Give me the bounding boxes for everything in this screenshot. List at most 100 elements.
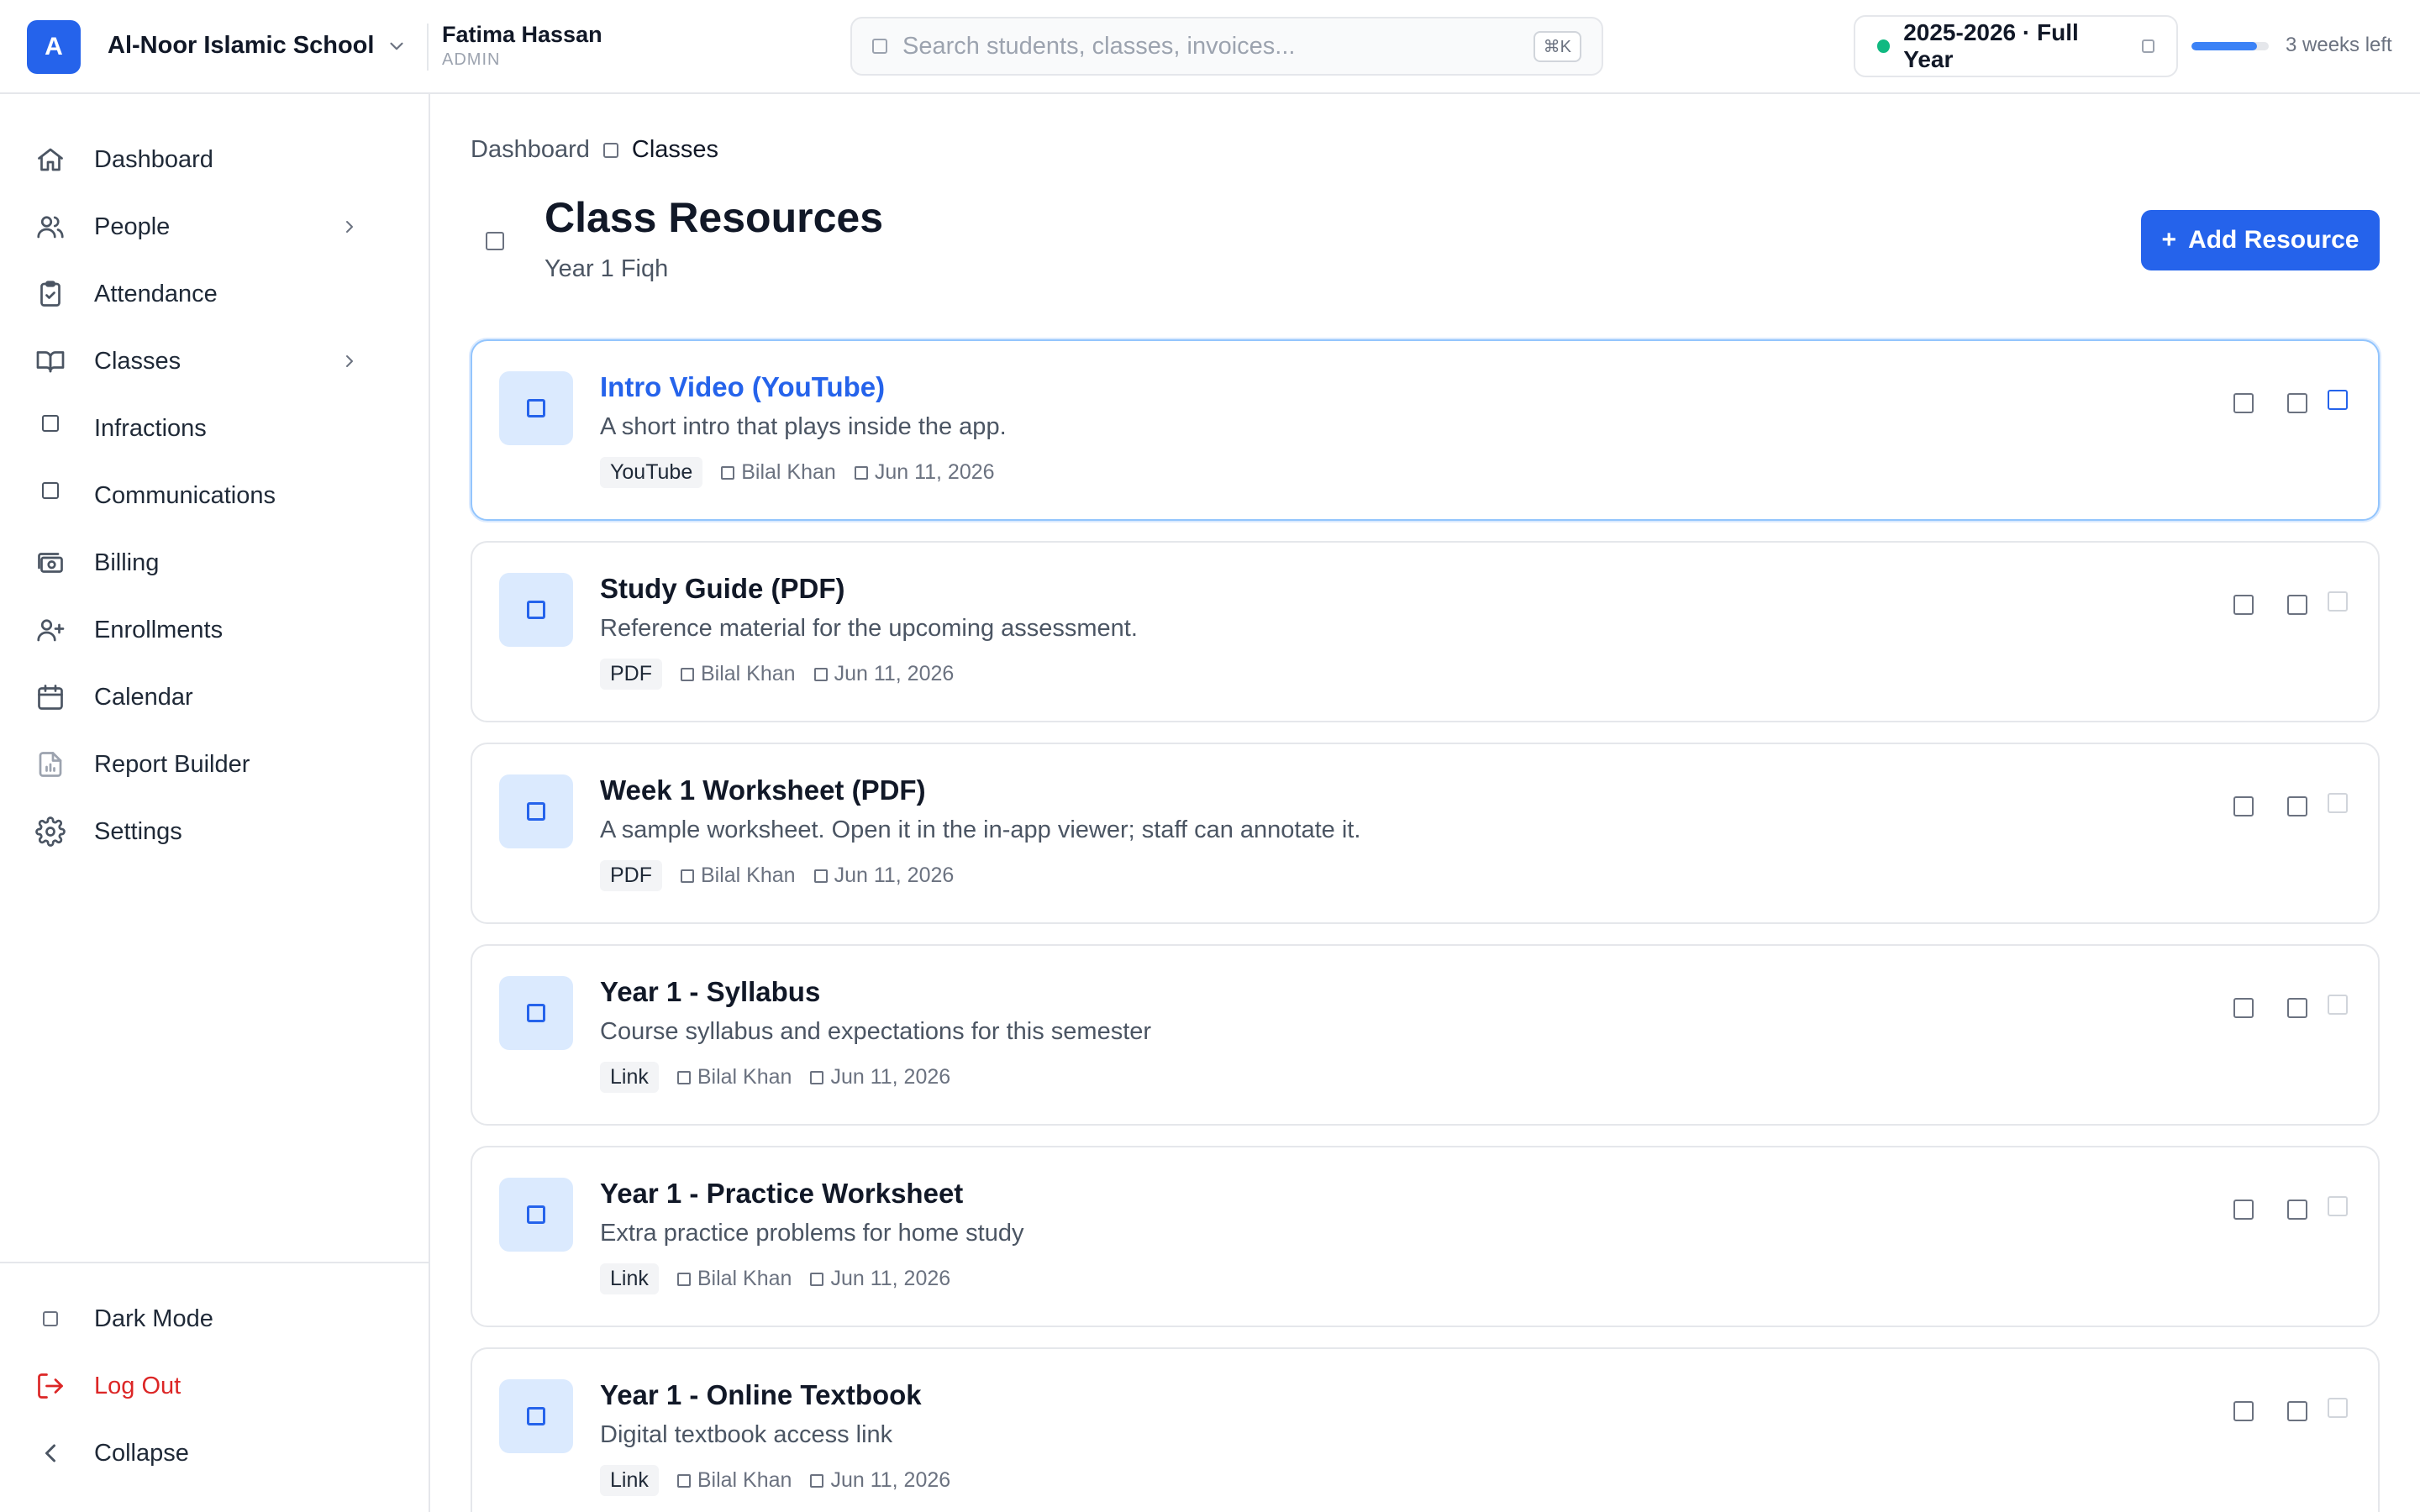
search-input[interactable] bbox=[902, 32, 1534, 60]
collapse-sidebar-button[interactable]: Collapse bbox=[34, 1426, 397, 1480]
sidebar-item-label: Dashboard bbox=[94, 145, 213, 173]
sidebar-item-settings[interactable]: Settings bbox=[34, 805, 397, 858]
school-logo[interactable]: A bbox=[27, 20, 81, 74]
calendar-icon bbox=[854, 465, 868, 480]
sidebar-item-label: Attendance bbox=[94, 280, 218, 307]
drag-handle-icon[interactable] bbox=[2328, 995, 2348, 1015]
calendar-icon bbox=[813, 667, 828, 681]
status-dot bbox=[1877, 39, 1891, 53]
resource-card[interactable]: Intro Video (YouTube) A short intro that… bbox=[471, 339, 2380, 521]
author-name: Bilal Khan bbox=[697, 1267, 792, 1290]
resource-date: Jun 11, 2026 bbox=[810, 1468, 950, 1493]
home-icon bbox=[34, 143, 67, 176]
resource-type-icon bbox=[499, 1379, 573, 1453]
breadcrumb-current: Classes bbox=[631, 136, 719, 163]
author-name: Bilal Khan bbox=[697, 1065, 792, 1089]
sidebar-item-classes[interactable]: Classes bbox=[34, 334, 397, 388]
user-icon bbox=[681, 869, 694, 883]
resource-description: Extra practice problems for home study bbox=[600, 1220, 1024, 1247]
resource-title[interactable]: Year 1 - Practice Worksheet bbox=[600, 1178, 963, 1210]
resource-title[interactable]: Year 1 - Syllabus bbox=[600, 976, 820, 1008]
top-bar: A Al-Noor Islamic School Fatima Hassan A… bbox=[0, 0, 2420, 94]
resource-date: Jun 11, 2026 bbox=[810, 1065, 950, 1089]
resource-title[interactable]: Year 1 - Online Textbook bbox=[600, 1379, 922, 1411]
resource-title[interactable]: Study Guide (PDF) bbox=[600, 573, 845, 605]
resource-title[interactable]: Week 1 Worksheet (PDF) bbox=[600, 774, 926, 806]
sidebar-item-enrollments[interactable]: Enrollments bbox=[34, 603, 397, 657]
calendar-icon bbox=[810, 1272, 824, 1286]
date-value: Jun 11, 2026 bbox=[830, 1267, 951, 1290]
resource-card[interactable]: Study Guide (PDF) Reference material for… bbox=[471, 541, 2380, 722]
user-name[interactable]: Fatima Hassan bbox=[442, 22, 602, 48]
back-icon[interactable] bbox=[486, 232, 504, 250]
sidebar-item-label: Communications bbox=[94, 481, 276, 509]
edit-icon[interactable] bbox=[2233, 796, 2254, 816]
drag-handle-icon[interactable] bbox=[2328, 1398, 2348, 1418]
resource-description: Reference material for the upcoming asse… bbox=[600, 615, 1138, 642]
drag-handle-icon[interactable] bbox=[2328, 1196, 2348, 1216]
resource-meta: Link Bilal Khan Jun 11, 2026 bbox=[600, 1465, 950, 1496]
dark-mode-toggle[interactable]: Dark Mode bbox=[34, 1292, 397, 1346]
global-search[interactable]: ⌘K bbox=[850, 17, 1603, 76]
delete-icon[interactable] bbox=[2287, 1200, 2307, 1220]
resource-description: Course syllabus and expectations for thi… bbox=[600, 1018, 1152, 1045]
sidebar-item-communications[interactable]: Communications bbox=[34, 469, 397, 522]
resource-card[interactable]: Year 1 - Practice Worksheet Extra practi… bbox=[471, 1146, 2380, 1327]
search-shortcut: ⌘K bbox=[1533, 30, 1581, 62]
resource-author: Bilal Khan bbox=[681, 662, 796, 686]
page-subtitle: Year 1 Fiqh bbox=[544, 255, 669, 282]
edit-icon[interactable] bbox=[2233, 595, 2254, 615]
dropdown-icon bbox=[2141, 39, 2154, 53]
resource-author: Bilal Khan bbox=[721, 460, 836, 485]
report-icon bbox=[34, 748, 67, 781]
drag-handle-icon[interactable] bbox=[2328, 390, 2348, 410]
resource-author: Bilal Khan bbox=[676, 1065, 792, 1089]
resource-type-badge: Link bbox=[600, 1263, 659, 1294]
edit-icon[interactable] bbox=[2233, 393, 2254, 413]
date-value: Jun 11, 2026 bbox=[830, 1065, 951, 1089]
breadcrumb-dashboard[interactable]: Dashboard bbox=[471, 136, 590, 164]
sidebar-item-label: Infractions bbox=[94, 414, 207, 442]
sidebar-item-label: Report Builder bbox=[94, 750, 250, 778]
resource-card[interactable]: Year 1 - Online Textbook Digital textboo… bbox=[471, 1347, 2380, 1512]
delete-icon[interactable] bbox=[2287, 595, 2307, 615]
resource-type-icon bbox=[499, 976, 573, 1050]
sidebar-item-label: Classes bbox=[94, 347, 182, 375]
edit-icon[interactable] bbox=[2233, 1401, 2254, 1421]
date-value: Jun 11, 2026 bbox=[874, 460, 995, 484]
sidebar-item-label: Calendar bbox=[94, 683, 193, 711]
sidebar-item-report-builder[interactable]: Report Builder bbox=[34, 738, 397, 791]
delete-icon[interactable] bbox=[2287, 796, 2307, 816]
weeks-left-label: 3 weeks left bbox=[2286, 34, 2392, 56]
logo-letter: A bbox=[45, 33, 63, 60]
clipboard-check-icon bbox=[34, 277, 67, 311]
moon-icon bbox=[34, 1302, 67, 1336]
user-icon bbox=[676, 1272, 691, 1286]
resource-card[interactable]: Week 1 Worksheet (PDF) A sample workshee… bbox=[471, 743, 2380, 924]
sidebar-item-attendance[interactable]: Attendance bbox=[34, 267, 397, 321]
edit-icon[interactable] bbox=[2233, 998, 2254, 1018]
sidebar-item-infractions[interactable]: Infractions bbox=[34, 402, 397, 455]
delete-icon[interactable] bbox=[2287, 998, 2307, 1018]
edit-icon[interactable] bbox=[2233, 1200, 2254, 1220]
sidebar-item-label: Settings bbox=[94, 817, 182, 845]
school-switcher[interactable]: Al-Noor Islamic School bbox=[108, 32, 408, 60]
resource-date: Jun 11, 2026 bbox=[813, 662, 954, 686]
chevron-right-icon bbox=[346, 221, 353, 233]
drag-handle-icon[interactable] bbox=[2328, 793, 2348, 813]
sidebar-item-people[interactable]: People bbox=[34, 200, 397, 254]
delete-icon[interactable] bbox=[2287, 393, 2307, 413]
resource-card[interactable]: Year 1 - Syllabus Course syllabus and ex… bbox=[471, 944, 2380, 1126]
resource-description: Digital textbook access link bbox=[600, 1421, 893, 1448]
author-name: Bilal Khan bbox=[741, 460, 836, 484]
academic-year-selector[interactable]: 2025-2026 · Full Year bbox=[1854, 15, 2178, 77]
sidebar-item-calendar[interactable]: Calendar bbox=[34, 670, 397, 724]
sidebar-item-billing[interactable]: Billing bbox=[34, 536, 397, 590]
drag-handle-icon[interactable] bbox=[2328, 591, 2348, 612]
log-out-button[interactable]: Log Out bbox=[34, 1359, 397, 1413]
user-icon bbox=[676, 1473, 691, 1488]
sidebar-item-dashboard[interactable]: Dashboard bbox=[34, 133, 397, 186]
add-resource-button[interactable]: + Add Resource bbox=[2141, 210, 2380, 270]
delete-icon[interactable] bbox=[2287, 1401, 2307, 1421]
resource-title[interactable]: Intro Video (YouTube) bbox=[600, 371, 885, 403]
